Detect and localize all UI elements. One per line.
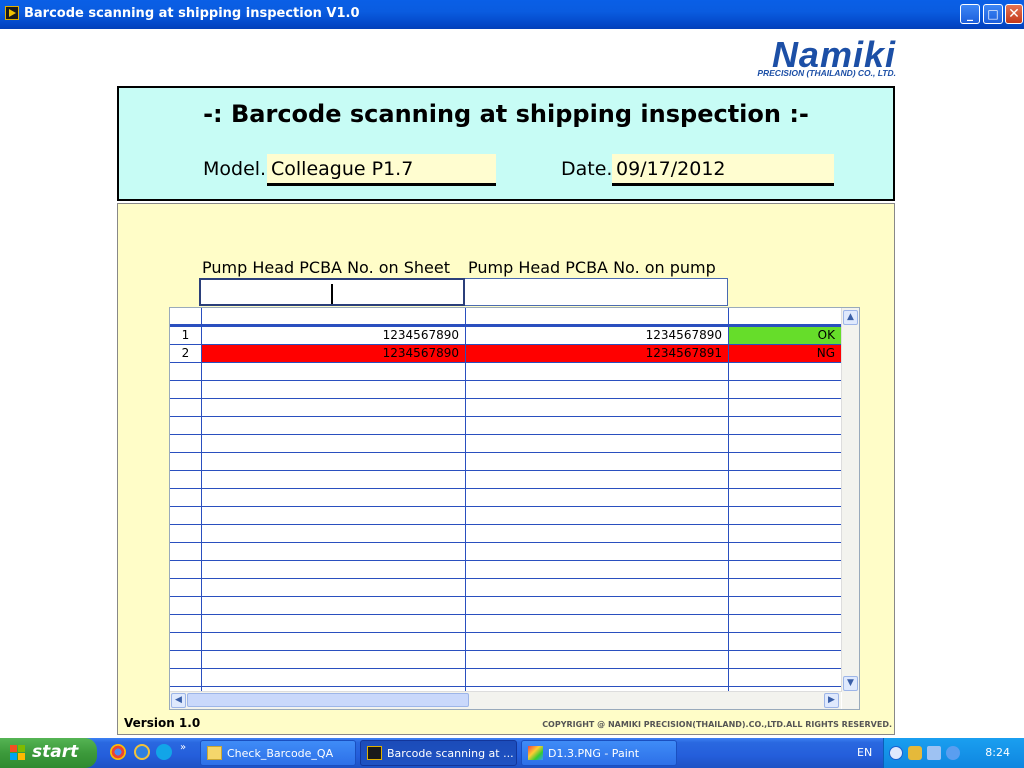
task-label: Check_Barcode_QA	[227, 747, 334, 760]
row-divider	[170, 452, 841, 453]
sheet-barcode-cell: 1234567890	[202, 345, 465, 362]
scroll-right-icon[interactable]: ▶	[824, 693, 839, 708]
sheet-barcode-input[interactable]	[199, 278, 465, 306]
namiki-logo: Namiki PRECISION (THAILAND) CO., LTD.	[713, 34, 896, 80]
model-label: Model.	[203, 158, 267, 180]
text-caret	[331, 284, 333, 304]
column-divider	[728, 308, 729, 692]
pump-barcode-cell: 1234567890	[645, 328, 722, 342]
row-divider	[170, 416, 841, 417]
start-button[interactable]: start	[0, 738, 97, 768]
windows-logo-icon	[10, 745, 26, 761]
row-divider	[170, 362, 841, 363]
network-icon[interactable]	[927, 746, 941, 760]
horizontal-scrollbar[interactable]: ◀ ▶	[170, 691, 841, 709]
sheet-column-header: Pump Head PCBA No. on Sheet	[202, 258, 451, 277]
row-divider	[170, 488, 841, 489]
row-divider	[170, 398, 841, 399]
labview-app-icon[interactable]	[5, 6, 19, 20]
pump-column-header: Pump Head PCBA No. on pump	[468, 258, 716, 277]
scroll-left-icon[interactable]: ◀	[171, 693, 186, 708]
task-label: Barcode scanning at ...	[387, 747, 514, 760]
result-cell: OK	[729, 327, 841, 344]
row-divider	[170, 542, 841, 543]
folder-icon	[207, 746, 222, 760]
date-field[interactable]: 09/17/2012	[612, 154, 834, 186]
date-label: Date.	[561, 158, 613, 180]
row-number-cell: 2	[181, 346, 190, 360]
row-divider	[170, 524, 841, 525]
task-paint[interactable]: D1.3.PNG - Paint	[521, 740, 677, 766]
pump-barcode-input[interactable]	[465, 278, 728, 306]
scroll-down-icon[interactable]: ▼	[843, 676, 858, 691]
row-divider	[170, 380, 841, 381]
column-divider	[465, 308, 466, 692]
task-check-barcode-folder[interactable]: Check_Barcode_QA	[200, 740, 356, 766]
row-divider	[170, 614, 841, 615]
row-divider	[170, 686, 841, 687]
start-label: start	[32, 742, 79, 762]
row-divider	[170, 650, 841, 651]
results-table[interactable]: 1 1234567890 1234567890 OK 2 1234567890 123456…	[169, 307, 860, 710]
row-divider	[170, 434, 841, 435]
labview-icon	[367, 746, 382, 760]
taskbar: start » Check_Barcode_QA Barcode scannin…	[0, 738, 1024, 768]
vertical-scrollbar[interactable]: ▲ ▼	[841, 308, 859, 692]
result-cell: NG	[729, 345, 841, 362]
row-number-cell: 1	[181, 328, 190, 342]
task-label: D1.3.PNG - Paint	[548, 747, 640, 760]
maximize-button[interactable]: □	[983, 4, 1003, 24]
column-divider	[201, 308, 202, 692]
clock: 8:24	[985, 746, 1010, 759]
copyright-text: COPYRIGHT @ NAMIKI PRECISION(THAILAND).C…	[542, 720, 892, 729]
row-divider	[170, 506, 841, 507]
row-divider	[170, 668, 841, 669]
update-icon[interactable]	[946, 746, 960, 760]
model-field[interactable]: Colleague P1.7	[267, 154, 496, 186]
pump-barcode-cell: 1234567891	[466, 345, 728, 362]
paint-icon	[528, 746, 543, 760]
page-title: -: Barcode scanning at shipping inspecti…	[203, 100, 809, 128]
row-divider	[170, 470, 841, 471]
title-bar[interactable]: Barcode scanning at shipping inspection …	[0, 0, 1024, 29]
row-divider	[170, 560, 841, 561]
window-title: Barcode scanning at shipping inspection …	[24, 6, 360, 21]
security-shield-icon[interactable]	[908, 746, 922, 760]
scrollbar-corner	[842, 692, 859, 709]
tray-collapse-icon[interactable]	[889, 746, 903, 760]
row-divider	[170, 578, 841, 579]
horizontal-scroll-thumb[interactable]	[187, 693, 469, 707]
scroll-up-icon[interactable]: ▲	[843, 310, 858, 325]
row-divider	[170, 632, 841, 633]
sheet-barcode-cell: 1234567890	[382, 328, 459, 342]
header-panel: -: Barcode scanning at shipping inspecti…	[117, 86, 895, 201]
close-button[interactable]: ✕	[1005, 4, 1023, 24]
ie-icon[interactable]	[134, 744, 150, 760]
system-tray: EN 8:24	[857, 738, 1024, 768]
row-divider	[170, 596, 841, 597]
version-label: Version 1.0	[124, 716, 201, 730]
logo-subtitle: PRECISION (THAILAND) CO., LTD.	[757, 68, 896, 78]
chrome-icon[interactable]	[110, 744, 126, 760]
skype-icon[interactable]	[156, 744, 172, 760]
quicklaunch-expand-icon[interactable]: »	[180, 742, 186, 753]
language-indicator[interactable]: EN	[857, 746, 872, 759]
minimize-button[interactable]: _	[960, 4, 980, 24]
task-barcode-scanning[interactable]: Barcode scanning at ...	[360, 740, 517, 766]
